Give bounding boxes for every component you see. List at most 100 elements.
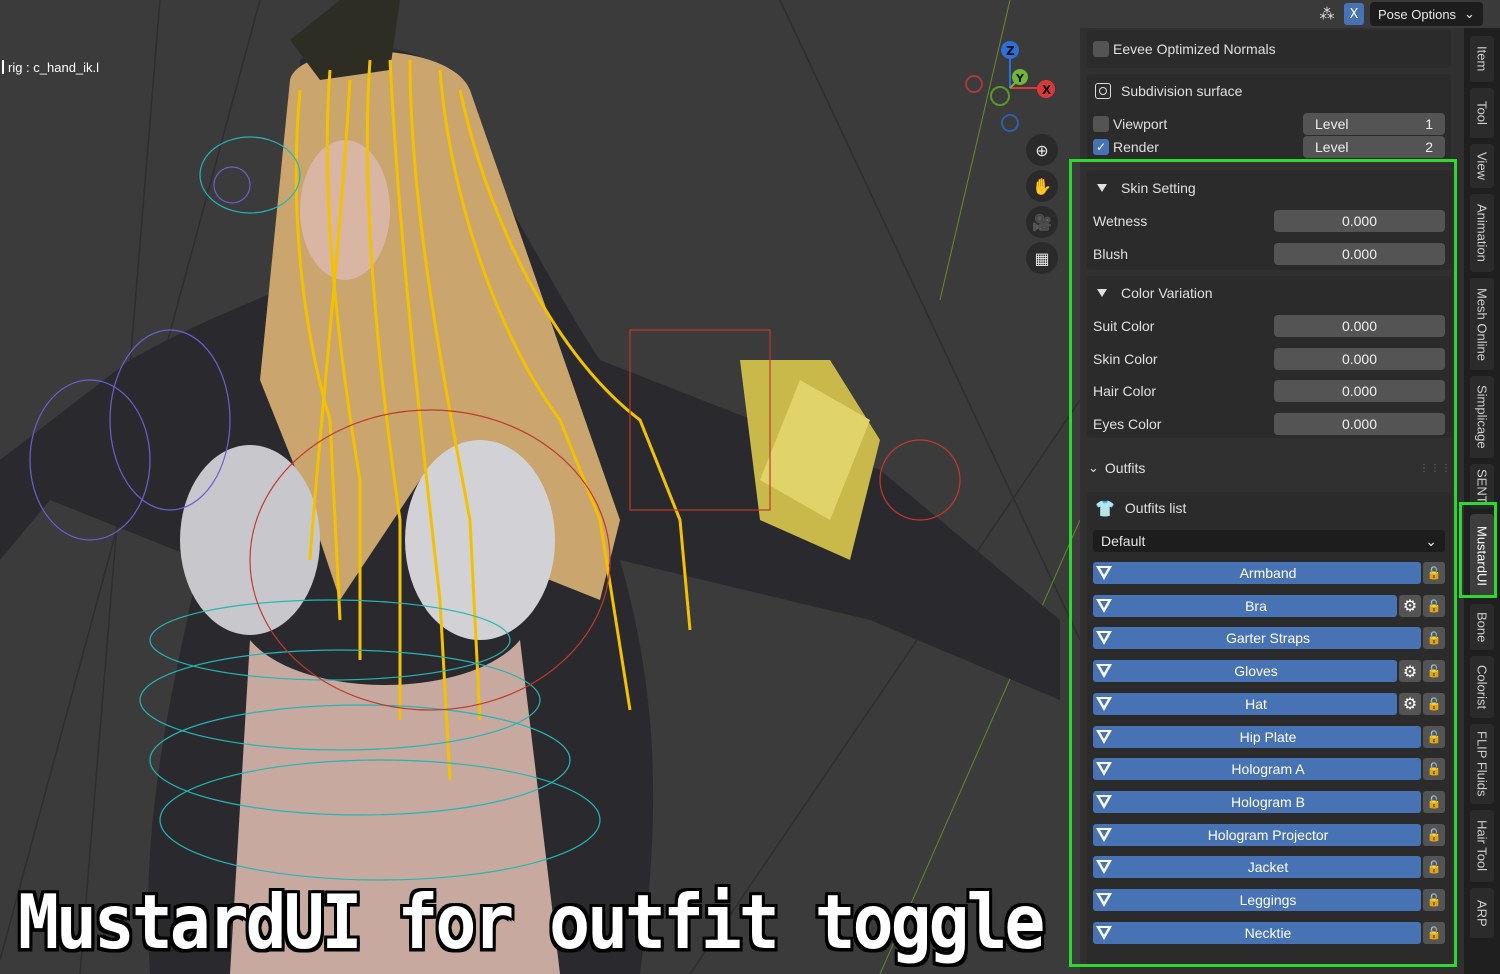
outfit-toggle-button[interactable]: Armband: [1093, 562, 1421, 584]
eevee-normals-row[interactable]: Eevee Optimized Normals: [1093, 37, 1451, 61]
outfit-label: Hat: [1245, 695, 1267, 712]
tab-mustardui[interactable]: MustardUI: [1470, 514, 1494, 598]
render-checkbox[interactable]: ✓: [1093, 139, 1109, 155]
viewport-label: Viewport: [1113, 116, 1168, 132]
tab-colorist[interactable]: Colorist: [1470, 656, 1494, 718]
outfit-row: Hologram Projector 🔓: [1093, 823, 1445, 846]
outfit-row: Hip Plate 🔓: [1093, 725, 1445, 748]
hair-color-field[interactable]: 0.000: [1274, 380, 1445, 402]
tab-view[interactable]: View: [1470, 144, 1494, 188]
tab-label: Colorist: [1474, 664, 1490, 710]
viewport-checkbox[interactable]: [1093, 116, 1109, 132]
tab-mesh-online[interactable]: Mesh Online: [1470, 278, 1494, 370]
svg-text:X: X: [1042, 83, 1052, 97]
unlock-icon[interactable]: 🔓: [1423, 889, 1445, 911]
outfit-toggle-button[interactable]: Gloves: [1093, 660, 1397, 683]
outfit-toggle-button[interactable]: Hologram Projector: [1093, 823, 1421, 846]
bone-mirror-icon[interactable]: ⁂: [1316, 3, 1338, 25]
unlock-icon[interactable]: 🔓: [1423, 725, 1445, 748]
render-level-value: 2: [1425, 139, 1433, 155]
tab-sent[interactable]: SENT: [1470, 464, 1494, 508]
outfit-visibility-icon: [1093, 791, 1115, 813]
axis-gizmo: Z Y X: [965, 41, 1055, 132]
tab-animation[interactable]: Animation: [1470, 194, 1494, 272]
expand-triangle-icon: [1097, 184, 1107, 192]
tab-label: Animation: [1474, 204, 1490, 262]
outfit-row: Armband 🔓: [1093, 562, 1445, 584]
outfit-visibility-icon: [1093, 627, 1115, 649]
outfit-label: Hologram B: [1231, 793, 1305, 810]
unlock-icon[interactable]: 🔓: [1423, 758, 1445, 781]
blush-label: Blush: [1093, 246, 1129, 262]
outfit-toggle-button[interactable]: Hologram A: [1093, 758, 1421, 781]
outfit-toggle-button[interactable]: Hologram B: [1093, 790, 1421, 813]
tab-label: Mesh Online: [1474, 287, 1490, 361]
pose-options-dropdown[interactable]: Pose Options ⌄: [1370, 2, 1483, 26]
eevee-normals-label: Eevee Optimized Normals: [1113, 41, 1276, 57]
gear-icon[interactable]: ⚙: [1399, 594, 1421, 617]
pose-options-label: Pose Options: [1378, 6, 1457, 22]
drag-handle-icon[interactable]: ⋮⋮⋮: [1419, 463, 1452, 474]
color-variation-header[interactable]: Color Variation: [1087, 281, 1451, 305]
unlock-icon[interactable]: 🔓: [1423, 823, 1445, 846]
outfits-panel-header[interactable]: ⌄ Outfits ⋮⋮⋮: [1088, 456, 1452, 480]
gear-icon[interactable]: ⚙: [1399, 660, 1421, 683]
outfit-select-value: Default: [1101, 533, 1146, 549]
outfit-row: Gloves ⚙ 🔓: [1093, 660, 1445, 683]
outfit-toggle-button[interactable]: Bra: [1093, 594, 1397, 617]
sidebar-panel: Eevee Optimized Normals Subdivision surf…: [1069, 28, 1464, 974]
eevee-normals-checkbox[interactable]: [1093, 41, 1109, 57]
tab-flip-fluids[interactable]: FLIP Fluids: [1470, 724, 1494, 804]
expand-triangle-icon: [1097, 289, 1107, 297]
outfit-row: Leggings 🔓: [1093, 889, 1445, 911]
tab-tool[interactable]: Tool: [1470, 88, 1494, 138]
tab-simplicage[interactable]: Simplicage: [1470, 376, 1494, 458]
render-level-field[interactable]: Level 2: [1303, 136, 1445, 158]
unlock-icon[interactable]: 🔓: [1423, 692, 1445, 715]
wetness-field[interactable]: 0.000: [1274, 210, 1445, 232]
outfit-toggle-button[interactable]: Garter Straps: [1093, 627, 1421, 650]
outfit-toggle-button[interactable]: Hip Plate: [1093, 725, 1421, 748]
gear-icon[interactable]: ⚙: [1399, 692, 1421, 715]
tab-label: MustardUI: [1474, 526, 1490, 586]
outfit-visibility-icon: [1093, 824, 1115, 846]
zoom-icon[interactable]: ⊕: [1026, 134, 1058, 166]
outfit-visibility-icon: [1093, 758, 1115, 780]
outfit-visibility-icon: [1093, 693, 1115, 715]
skin-setting-header[interactable]: Skin Setting: [1087, 176, 1451, 200]
outfit-toggle-button[interactable]: Leggings: [1093, 889, 1421, 911]
tab-hair-tool[interactable]: Hair Tool: [1470, 810, 1494, 882]
pan-hand-icon[interactable]: ✋: [1026, 170, 1058, 202]
suit-color-label: Suit Color: [1093, 318, 1155, 334]
tab-label: View: [1474, 152, 1490, 180]
suit-color-field[interactable]: 0.000: [1274, 315, 1445, 337]
outfit-visibility-icon: [1093, 922, 1115, 944]
viewport-level-field[interactable]: Level 1: [1303, 113, 1445, 135]
grid-perspective-icon[interactable]: ▦: [1026, 242, 1058, 274]
tab-item[interactable]: Item: [1470, 36, 1494, 82]
unlock-icon[interactable]: 🔓: [1423, 921, 1445, 944]
tab-bone[interactable]: Bone: [1470, 604, 1494, 650]
unlock-icon[interactable]: 🔓: [1423, 856, 1445, 879]
unlock-icon[interactable]: 🔓: [1423, 790, 1445, 813]
unlock-icon[interactable]: 🔓: [1423, 627, 1445, 650]
outfit-toggle-button[interactable]: Jacket: [1093, 856, 1421, 879]
skin-color-field[interactable]: 0.000: [1274, 348, 1445, 370]
svg-text:Z: Z: [1006, 44, 1015, 58]
viewport-scene: Z Y X: [0, 0, 1080, 974]
unlock-icon[interactable]: 🔓: [1423, 660, 1445, 683]
x-mirror-toggle[interactable]: X: [1344, 3, 1364, 25]
outfit-label: Jacket: [1247, 859, 1289, 876]
outfit-toggle-button[interactable]: Hat: [1093, 692, 1397, 715]
eyes-color-field[interactable]: 0.000: [1274, 413, 1445, 435]
outfit-select[interactable]: Default ⌄: [1093, 530, 1445, 552]
unlock-icon[interactable]: 🔓: [1423, 562, 1445, 584]
unlock-icon[interactable]: 🔓: [1423, 594, 1445, 617]
outfit-toggle-button[interactable]: Necktie: [1093, 921, 1421, 944]
outfit-row: Jacket 🔓: [1093, 856, 1445, 879]
camera-icon[interactable]: 🎥: [1026, 206, 1058, 238]
blush-field[interactable]: 0.000: [1274, 243, 1445, 265]
3d-viewport[interactable]: Z Y X rig : c_hand_ik.l ⊕ ✋ 🎥 ▦ MustardU…: [0, 0, 1080, 974]
tab-arp[interactable]: ARP: [1470, 888, 1494, 938]
outfit-label: Hologram Projector: [1207, 826, 1329, 843]
